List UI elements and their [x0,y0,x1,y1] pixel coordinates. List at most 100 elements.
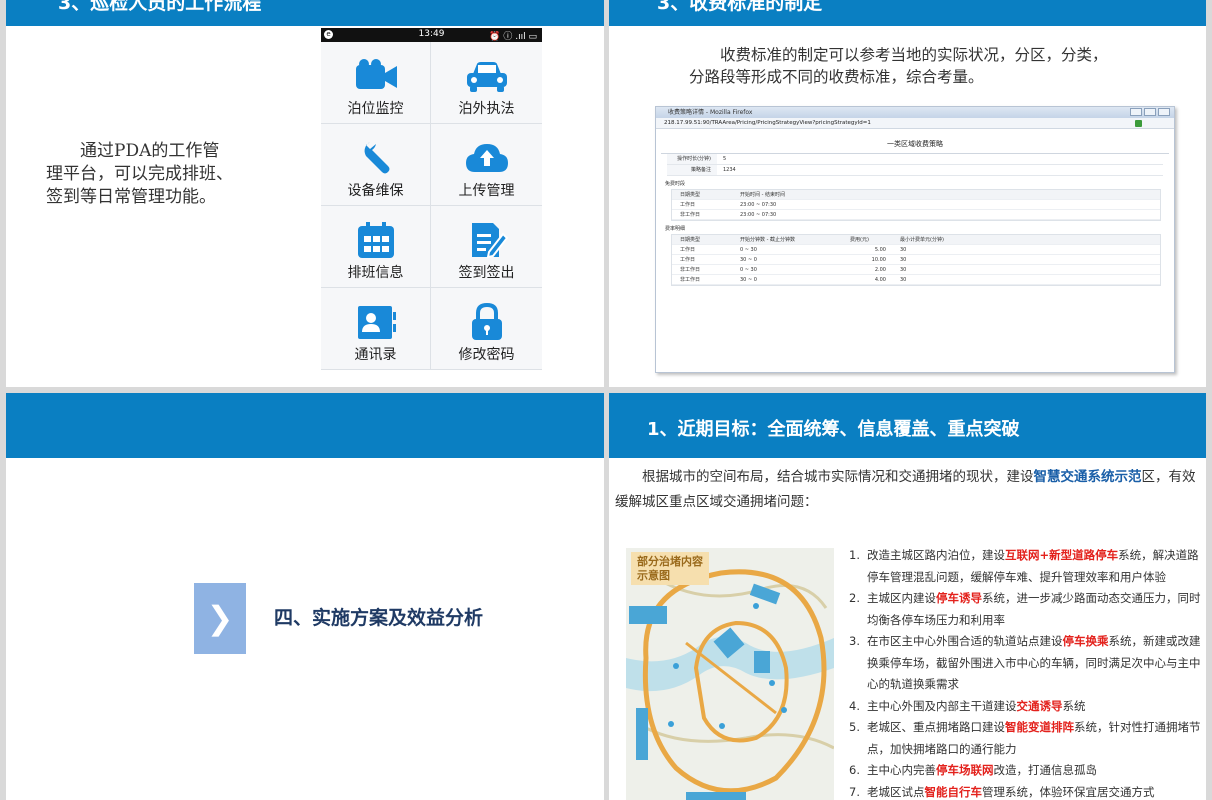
phone-status-bar: e 13:49 ⏰ ⓘ .ııl ▭ [321,28,542,42]
field-row: 策略备注 1234 [667,165,1163,176]
table-cell: 10.00 [871,257,886,263]
slide-title: 3、收费标准的制定 [657,0,823,14]
item-number: 6. [849,763,860,777]
pda-menu-grid: 泊位监控 泊外执法 设备维保 上传管理 排班信息 签到签出 通讯录 修改密码 [321,42,542,370]
field-key: 操作时长(分钟) [667,154,717,164]
browser-url: 218.17.99.51:90/TRAArea/Pricing/PricingS… [664,120,871,126]
list-item: 4. 主中心外围及内部主干道建设交通诱导系统 [849,696,1201,718]
table-cell: 非工作日 [680,277,701,283]
column-header: 最小计费单元(分钟) [900,237,944,243]
menu-item-label: 设备维保 [347,183,404,199]
table-cell: 30 ~ 0 [740,257,757,263]
item-highlight: 互联网+新型道路停车 [1005,548,1119,562]
window-controls [1130,108,1170,116]
cloud-upload-icon [465,144,508,172]
item-text: 老城区试点 [867,784,925,799]
table-row: 工作日 30 ~ 0 10.00 30 [672,255,1160,265]
table-cell: 23:00 ~ 07:30 [740,212,777,218]
table-cell: 非工作日 [680,267,701,273]
minimize-icon [1130,108,1142,116]
fee-standard-description: 收费标准的制定可以参考当地的实际状况，分区，分类，分路段等形成不同的收费标准，综… [689,46,1108,86]
section-title: 四、实施方案及效益分析 [274,607,484,629]
table-cell: 工作日 [680,257,696,263]
item-number: 1. [849,548,860,562]
item-text: 主中心外围及内部主干道建设 [867,698,1017,713]
goals-intro: 根据城市的空间布局，结合城市实际情况和交通拥堵的现状，建设智慧交通系统示范区，有… [615,465,1200,515]
menu-item-label: 修改密码 [458,347,515,363]
intro-highlight: 智慧交通系统示范 [1033,469,1142,485]
menu-item-outside-enforcement[interactable]: 泊外执法 [431,42,542,124]
browser-content: 一类区域收费策略 操作时长(分钟) 5 策略备注 1234 免费时段 日期类型 … [661,133,1169,372]
list-item: 2. 主城区内建设停车诱导系统，进一步减少路面动态交通压力，同时均衡各停车场压力和… [849,588,1201,631]
fee-section-title: 费率明细 [665,226,686,232]
traffic-map-image: 部分治堵内容示意图 [626,548,834,800]
item-text: 在市区主中心外围合适的轨道站点建设 [867,634,1063,648]
browser-address-bar: 218.17.99.51:90/TRAArea/Pricing/PricingS… [656,118,1174,129]
maximize-icon [1144,108,1156,116]
table-row: 非工作日 30 ~ 0 4.00 30 [672,275,1160,285]
item-number: 2. [849,591,860,605]
table-row: 工作日 23:00 ~ 07:30 [672,200,1160,210]
list-item: 3. 在市区主中心外围合适的轨道站点建设停车换乘系统，新建或改建换乘停车场，截留外… [849,631,1201,696]
description-line: 签到等日常管理功能。 [46,187,216,207]
slide-title: 1、近期目标：全面统筹、信息覆盖、重点突破 [647,419,1020,440]
map-label: 部分治堵内容示意图 [631,552,709,585]
document-pen-icon [471,223,508,259]
table-cell: 30 [900,247,907,253]
menu-item-label: 通讯录 [354,347,397,363]
status-icons: ⏰ ⓘ .ııl ▭ [489,32,537,42]
list-item: 7. 老城区试点智能自行车管理系统，体验环保宜居交通方式 [849,782,1201,800]
table-cell: 4.00 [874,277,886,283]
slide-header-bar: 3、收费标准的制定 [609,0,1206,26]
table-cell: 23:00 ~ 07:30 [740,202,777,208]
item-text: 老城区、重点拥堵路口建设 [867,720,1005,734]
slide-header-bar [6,393,604,458]
menu-item-label: 泊位监控 [347,101,404,117]
slide-section-divider: ❯ 四、实施方案及效益分析 [6,393,604,800]
slide-fee-standard: 3、收费标准的制定 收费标准的制定可以参考当地的实际状况，分区，分类，分路段等形… [609,0,1206,387]
free-section-title: 免费时段 [665,181,686,187]
strategy-heading: 一类区域收费策略 [661,133,1169,154]
menu-item-schedule-info[interactable]: 排班信息 [321,206,431,288]
intro-text: 根据城市的空间布局，结合城市实际情况和交通拥堵的现状，建设 [642,469,1034,485]
column-header: 开始时间 - 结束时间 [740,192,785,198]
slide-near-term-goals: 1、近期目标：全面统筹、信息覆盖、重点突破 根据城市的空间布局，结合城市实际情况… [609,393,1206,800]
slide-title: 3、巡检人员的工作流程 [58,0,262,14]
description-line: 通过PDA的工作管 [80,141,220,161]
slide-header-bar: 3、巡检人员的工作流程 [6,0,604,26]
free-time-table: 日期类型 开始时间 - 结束时间 工作日 23:00 ~ 07:30 非工作日 … [671,189,1161,221]
browser-titlebar: 收费策略详情 - Mozilla Firefox [656,107,1174,118]
menu-item-label: 签到签出 [458,265,515,281]
field-row: 操作时长(分钟) 5 [667,154,1163,165]
menu-item-berth-monitor[interactable]: 泊位监控 [321,42,431,124]
column-header: 开始分钟数 - 截止分钟数 [740,237,795,243]
table-header-row: 日期类型 开始时间 - 结束时间 [672,190,1160,200]
table-cell: 30 [900,257,907,263]
item-highlight: 交通诱导 [1016,698,1063,713]
city-map-graphic [626,548,834,800]
table-header-row: 日期类型 开始分钟数 - 截止分钟数 费用(元) 最小计费单元(分钟) [672,235,1160,245]
calendar-icon [357,222,394,258]
menu-item-label: 上传管理 [458,183,515,199]
menu-item-upload-management[interactable]: 上传管理 [431,124,542,206]
goals-list: 1. 改造主城区路内泊位，建设互联网+新型道路停车系统，解决道路停车管理混乱问题，… [849,545,1201,800]
video-camera-icon [355,59,397,89]
menu-item-label: 泊外执法 [458,101,515,117]
browser-window-title: 收费策略详情 - Mozilla Firefox [668,109,753,116]
description-line: 理平台，可以完成排班、 [46,164,233,184]
car-icon [466,62,507,92]
menu-item-change-password[interactable]: 修改密码 [431,288,542,370]
list-item: 5. 老城区、重点拥堵路口建设智能变道排阵系统，针对性打通拥堵节点，加快拥堵路口的… [849,717,1201,760]
menu-item-equipment-maintenance[interactable]: 设备维保 [321,124,431,206]
field-key: 策略备注 [667,165,717,175]
item-text: 改造主城区路内泊位，建设 [867,548,1005,562]
browser-screenshot: 收费策略详情 - Mozilla Firefox 218.17.99.51:90… [655,106,1175,373]
chevron-right-icon: ❯ [194,583,246,654]
list-item: 1. 改造主城区路内泊位，建设互联网+新型道路停车系统，解决道路停车管理混乱问题，… [849,545,1201,588]
item-text: 管理系统，体验环保宜居交通方式 [982,784,1155,799]
wrench-icon [364,142,389,174]
menu-item-contacts[interactable]: 通讯录 [321,288,431,370]
menu-item-check-in-out[interactable]: 签到签出 [431,206,542,288]
lock-icon [471,302,502,340]
pda-phone-screenshot: e 13:49 ⏰ ⓘ .ııl ▭ 泊位监控 泊外执法 设备维保 上传管理 排… [321,28,542,370]
